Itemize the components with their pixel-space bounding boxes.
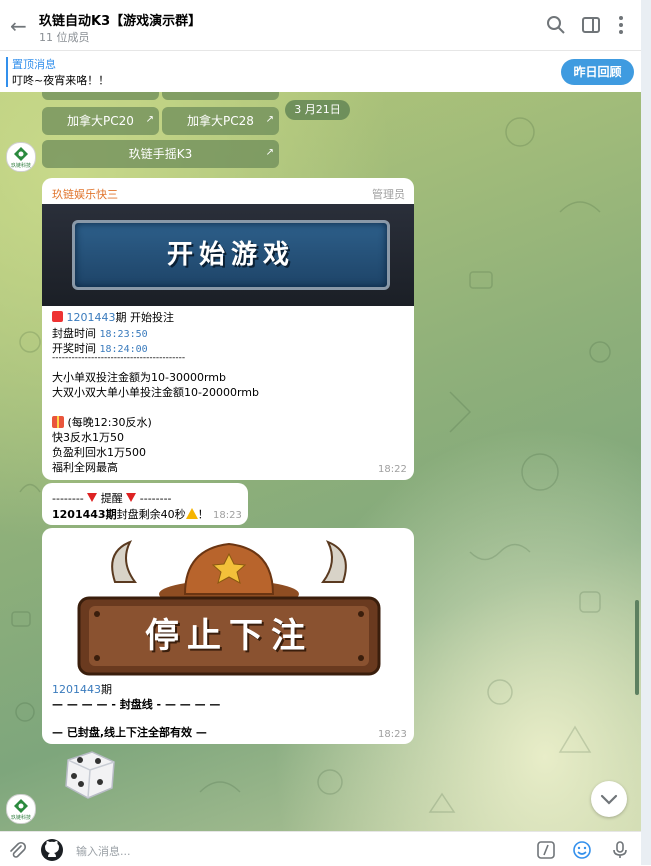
external-link-icon: ↗ <box>265 147 274 158</box>
message-time: 18:22 <box>378 464 407 475</box>
more-vertical-icon[interactable] <box>610 14 632 36</box>
sidebar-toggle-icon[interactable] <box>580 14 602 36</box>
close-label: 封盘时间 <box>52 327 96 340</box>
yesterday-review-button[interactable]: 昨日回顾 <box>561 59 634 85</box>
scrollbar-track[interactable] <box>634 92 641 831</box>
commands-icon[interactable] <box>536 840 556 860</box>
dice-sticker[interactable] <box>62 748 118 800</box>
keyboard-button-label: 玖链手摇K3 <box>128 147 193 161</box>
rule-line-2: 大双小双大单小单投注金额10-20000rmb <box>52 386 259 399</box>
avatar[interactable]: 玖链科技 <box>6 794 36 824</box>
message-close-reminder[interactable]: -------- 提醒 -------- 1201443期封盘剩余40秒 ！ 18… <box>42 483 248 525</box>
keyboard-button-cut-off <box>42 92 159 100</box>
rebate-line-1: 快3反水1万50 <box>52 431 124 444</box>
keyboard-button-cut-off <box>162 92 279 100</box>
countdown-text: 封盘剩余40秒 <box>116 508 186 521</box>
scrollbar-thumb[interactable] <box>635 600 639 695</box>
emoji-icon[interactable] <box>572 840 592 860</box>
admin-badge: 管理员 <box>372 188 405 201</box>
period-line: 1201443期 开始投注 <box>52 309 174 325</box>
keyboard-button-pc28[interactable]: 加拿大PC28 ↗ <box>162 107 279 135</box>
period-suffix: 期 <box>101 683 112 696</box>
countdown-period: 1201443期 <box>52 508 117 521</box>
start-game-banner: 开始游戏 <box>42 204 414 306</box>
keyboard-button-pc20[interactable]: 加拿大PC20 ↗ <box>42 107 159 135</box>
keyboard-button-label: 加拿大PC28 <box>187 114 254 128</box>
chat-header: ← 玖链自动K3【游戏演示群】 11 位成员 <box>0 0 641 51</box>
warning-icon <box>185 508 198 519</box>
period-suffix: 期 开始投注 <box>115 311 175 324</box>
pinned-indicator <box>6 57 8 87</box>
reminder-suffix: -------- <box>139 492 172 505</box>
reminder-prefix: -------- <box>52 492 84 505</box>
github-icon[interactable] <box>40 838 64 862</box>
keyboard-button-label: 加拿大PC20 <box>67 114 134 128</box>
period-number[interactable]: 1201443 <box>52 683 101 696</box>
stop-betting-text: 停止下注 <box>145 616 313 656</box>
message-stop-betting[interactable]: 停止下注 1201443期 — — — — - 封盘线 - — — — — — … <box>42 528 414 744</box>
banner-frame: 开始游戏 <box>72 220 390 290</box>
reminder-line: -------- 提醒 -------- <box>52 490 172 506</box>
period-number[interactable]: 1201443 <box>67 311 116 324</box>
logo-icon <box>14 147 28 161</box>
pinned-title: 置顶消息 <box>12 58 56 71</box>
red-triangle-icon <box>126 493 137 502</box>
closing-line: — — — — - 封盘线 - — — — — <box>52 698 221 711</box>
gift-icon <box>52 416 64 428</box>
back-arrow-icon[interactable]: ← <box>10 14 27 38</box>
message-input[interactable]: 输入消息... <box>76 843 131 859</box>
message-time: 18:23 <box>213 510 242 521</box>
sender-name[interactable]: 玖链娱乐快三 <box>52 186 118 202</box>
message-time: 18:23 <box>378 729 407 740</box>
member-count: 11 位成员 <box>39 31 90 44</box>
avatar-label: 玖链科技 <box>10 815 31 821</box>
period-line: 1201443期 <box>52 681 112 697</box>
external-link-icon: ↗ <box>265 114 274 125</box>
closed-notice: — 已封盘,线上下注全部有效 — <box>52 726 207 739</box>
rebate-line-3: 福利全网最高 <box>52 461 118 474</box>
microphone-icon[interactable] <box>610 840 630 860</box>
rule-line-1: 大小单双投注金额为10-30000rmb <box>52 371 226 384</box>
close-time-line: 封盘时间 18:23:50 <box>52 325 148 341</box>
avatar-label: 玖链科技 <box>10 163 31 169</box>
rebate-title-line: (每晚12:30反水) <box>52 414 152 430</box>
countdown-end: ！ <box>197 508 209 521</box>
pinned-text: 叮咚~夜宵来咯！！ <box>12 74 110 87</box>
attach-icon[interactable] <box>7 840 27 860</box>
red-siren-icon <box>52 311 63 322</box>
divider-line: ----------------------------------------… <box>52 353 186 363</box>
reminder-label: 提醒 <box>100 492 123 505</box>
red-triangle-icon <box>87 493 98 502</box>
rebate-title: (每晚12:30反水) <box>67 416 152 429</box>
message-composer: 输入消息... <box>0 831 641 866</box>
chevron-down-icon <box>600 794 618 805</box>
banner-text: 开始游戏 <box>166 240 295 270</box>
pinned-message-bar[interactable]: 置顶消息 叮咚~夜宵来咯！！ <box>0 51 641 93</box>
message-start-betting[interactable]: 玖链娱乐快三 管理员 开始游戏 1201443期 开始投注 封盘时间 18:23… <box>42 178 414 480</box>
chat-title[interactable]: 玖链自动K3【游戏演示群】 <box>39 10 201 29</box>
date-pill: 3 月21日 <box>285 100 350 120</box>
scroll-down-button[interactable] <box>591 781 627 817</box>
countdown-line: 1201443期封盘剩余40秒 ！ <box>52 506 209 522</box>
logo-icon <box>14 799 28 813</box>
avatar[interactable]: 玖链科技 <box>6 142 36 172</box>
close-time: 18:23:50 <box>99 329 148 340</box>
window-edge <box>641 0 651 865</box>
external-link-icon: ↗ <box>145 114 154 125</box>
rebate-line-2: 负盈利回水1万500 <box>52 446 146 459</box>
search-icon[interactable] <box>545 14 567 36</box>
keyboard-button-k3[interactable]: 玖链手摇K3 ↗ <box>42 140 279 168</box>
